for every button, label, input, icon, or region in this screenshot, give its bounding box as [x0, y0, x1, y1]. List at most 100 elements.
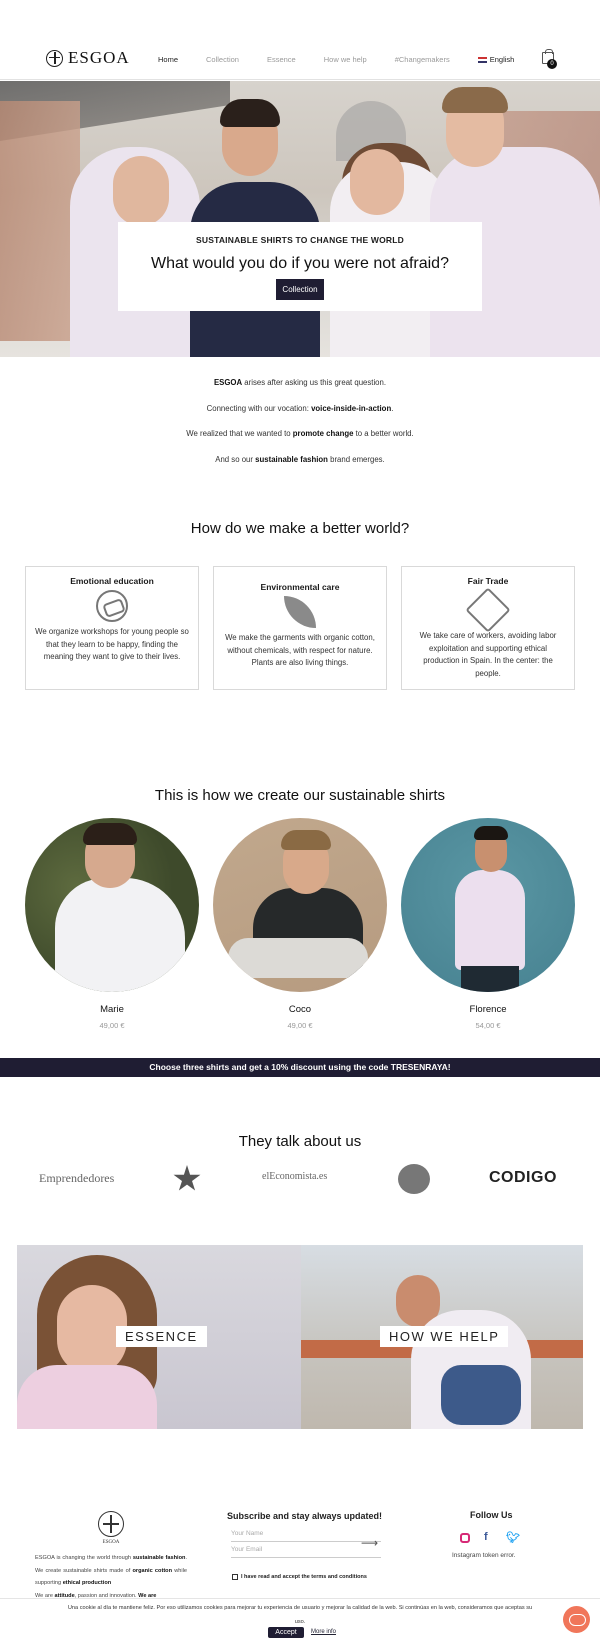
footer-about: ESGOA is changing the world through sust… — [35, 1552, 187, 1602]
hero-card: SUSTAINABLE SHIRTS TO CHANGE THE WORLD W… — [118, 222, 482, 311]
intro-line-3: We realized that we wanted to promote ch… — [0, 429, 600, 455]
eleconomista-logo: elEconomista.es — [262, 1171, 328, 1182]
intro-line-1-text: arises after asking us this great questi… — [242, 378, 387, 387]
feature-card-text: We make the garments with organic cotton… — [225, 633, 375, 667]
footer-logo-icon[interactable] — [98, 1511, 124, 1537]
nav-collection[interactable]: Collection — [206, 55, 239, 64]
shirt-shape — [55, 878, 185, 992]
product-image[interactable] — [25, 818, 199, 992]
product-name[interactable]: Florence — [401, 1004, 575, 1015]
about-bold: organic cotton — [132, 1567, 173, 1574]
tile-model-shirt — [17, 1365, 157, 1429]
site-header: ESGOA Home Collection Essence How we hel… — [0, 0, 600, 80]
essence-label[interactable]: ESSENCE — [116, 1326, 207, 1347]
subscribe-arrow-icon[interactable]: ⟶ — [361, 1536, 378, 1550]
hero-bg-building-left — [0, 101, 80, 341]
fleur-de-lis-icon — [46, 49, 63, 67]
terms-checkbox[interactable] — [232, 1574, 238, 1580]
about-text: ESGOA is changing the world through — [35, 1555, 133, 1561]
emprendedores-logo: Emprendedores — [39, 1171, 115, 1185]
intro-line-4-bold: sustainable fashion — [255, 454, 328, 464]
name-field[interactable]: Your Name — [231, 1530, 381, 1542]
more-info-link[interactable]: More info — [311, 1629, 336, 1635]
feature-card-title: Emotional education — [70, 576, 154, 586]
footer-logo-word: ESGOA — [102, 1540, 120, 1545]
how-we-help-tile[interactable]: HOW WE HELP — [301, 1245, 583, 1429]
product-card-marie[interactable]: Marie 49,00 € — [25, 818, 199, 1030]
shirt-shape — [455, 870, 525, 970]
subscribe-title: Subscribe and stay always updated! — [227, 1511, 383, 1521]
hero-person-1-face — [113, 156, 169, 226]
intro-line-2: Connecting with our vocation: voice-insi… — [0, 404, 600, 430]
shirts-title: This is how we create our sustainable sh… — [154, 787, 446, 804]
hero-person-4-hair — [442, 87, 508, 113]
hero-person-2-hair — [220, 99, 280, 127]
nav-changemakers[interactable]: #Changemakers — [395, 55, 450, 64]
nav-home[interactable]: Home — [158, 55, 178, 64]
discount-banner: Choose three shirts and get a 10% discou… — [0, 1058, 600, 1077]
product-image[interactable] — [401, 818, 575, 992]
terms-checkbox-row[interactable]: I have read and accept the terms and con… — [232, 1574, 367, 1580]
press-title: They talk about us — [238, 1133, 362, 1150]
follow-title: Follow Us — [470, 1510, 513, 1520]
uk-flag-icon — [477, 56, 487, 63]
intro-line-3-pre: We realized that we wanted to — [186, 429, 293, 438]
intro-line-2-pre: Connecting with our vocation: — [206, 403, 312, 413]
product-price: 54,00 € — [475, 1021, 501, 1030]
instagram-error: Instagram token error. — [452, 1552, 516, 1559]
facebook-icon[interactable]: f — [484, 1531, 488, 1543]
product-card-coco[interactable]: Coco 49,00 € — [213, 818, 387, 1030]
chat-bubble-icon[interactable] — [563, 1606, 590, 1633]
model-hair — [281, 830, 331, 850]
intro-line-2-post: . — [391, 403, 394, 413]
product-name[interactable]: Coco — [213, 1004, 387, 1015]
star-logo-icon — [173, 1165, 201, 1191]
about-bold: sustainable fashion — [132, 1555, 186, 1561]
main-nav: Home Collection Essence How we help #Cha… — [158, 55, 570, 64]
intro-line-1: ESGOA arises after asking us this great … — [0, 378, 600, 404]
model-hair — [474, 826, 508, 840]
press-logos: Emprendedores elEconomista.es CODIGO — [0, 1163, 600, 1195]
cookie-text-2: uso. — [294, 1619, 306, 1625]
twitter-icon[interactable]: 🐦︎ — [506, 1531, 520, 1544]
intro-text: ESGOA arises after asking us this great … — [0, 378, 600, 480]
tile-model-jeans — [441, 1365, 521, 1425]
product-image[interactable] — [213, 818, 387, 992]
instagram-icon[interactable] — [460, 1533, 470, 1543]
product-card-florence[interactable]: Florence 54,00 € — [401, 818, 575, 1030]
leaf-icon — [284, 596, 316, 628]
collection-button[interactable]: Collection — [276, 279, 324, 300]
codigo-logo: CODIGO — [489, 1169, 557, 1186]
brand-name: ESGOA — [68, 48, 130, 67]
trousers-shape — [228, 938, 368, 978]
intro-line-3-post: to a better world. — [353, 429, 414, 438]
hero-banner: SUSTAINABLE SHIRTS TO CHANGE THE WORLD W… — [0, 81, 600, 357]
product-name[interactable]: Marie — [25, 1004, 199, 1015]
brand-logo[interactable]: ESGOA — [46, 48, 130, 68]
cookie-bar: Una cookie al día te mantiene feliz. Por… — [0, 1598, 600, 1642]
feature-card-text: We organize workshops for young people s… — [35, 627, 189, 661]
intro-line-4: And so our sustainable fashion brand eme… — [0, 455, 600, 481]
intro-line-4-pre: And so our — [215, 454, 256, 464]
trousers-shape — [461, 966, 519, 992]
intro-line-4-post: brand emerges. — [327, 454, 385, 464]
feature-card-environment: Environmental care We make the garments … — [213, 566, 387, 690]
intro-brand: ESGOA — [213, 378, 243, 387]
antena3-logo-icon — [398, 1164, 430, 1194]
intro-line-3-bold: promote change — [292, 429, 354, 438]
nav-how-we-help[interactable]: How we help — [324, 55, 367, 64]
email-field[interactable]: Your Email — [231, 1546, 381, 1558]
feature-card-title: Fair Trade — [467, 576, 509, 586]
product-price: 49,00 € — [99, 1021, 125, 1030]
accept-cookies-button[interactable]: Accept — [268, 1627, 304, 1638]
language-selector[interactable]: English — [477, 55, 543, 64]
hands-heart-icon — [96, 590, 128, 622]
hero-title: What would you do if you were not afraid… — [151, 255, 449, 272]
how-we-help-label[interactable]: HOW WE HELP — [380, 1326, 509, 1347]
essence-tile[interactable]: ESSENCE — [17, 1245, 301, 1429]
feature-card-title: Environmental care — [260, 582, 340, 592]
terms-label[interactable]: I have read and accept the terms and con… — [241, 1574, 367, 1580]
handshake-icon — [465, 587, 511, 633]
nav-essence[interactable]: Essence — [267, 55, 296, 64]
about-bold: ethical production — [62, 1580, 112, 1586]
